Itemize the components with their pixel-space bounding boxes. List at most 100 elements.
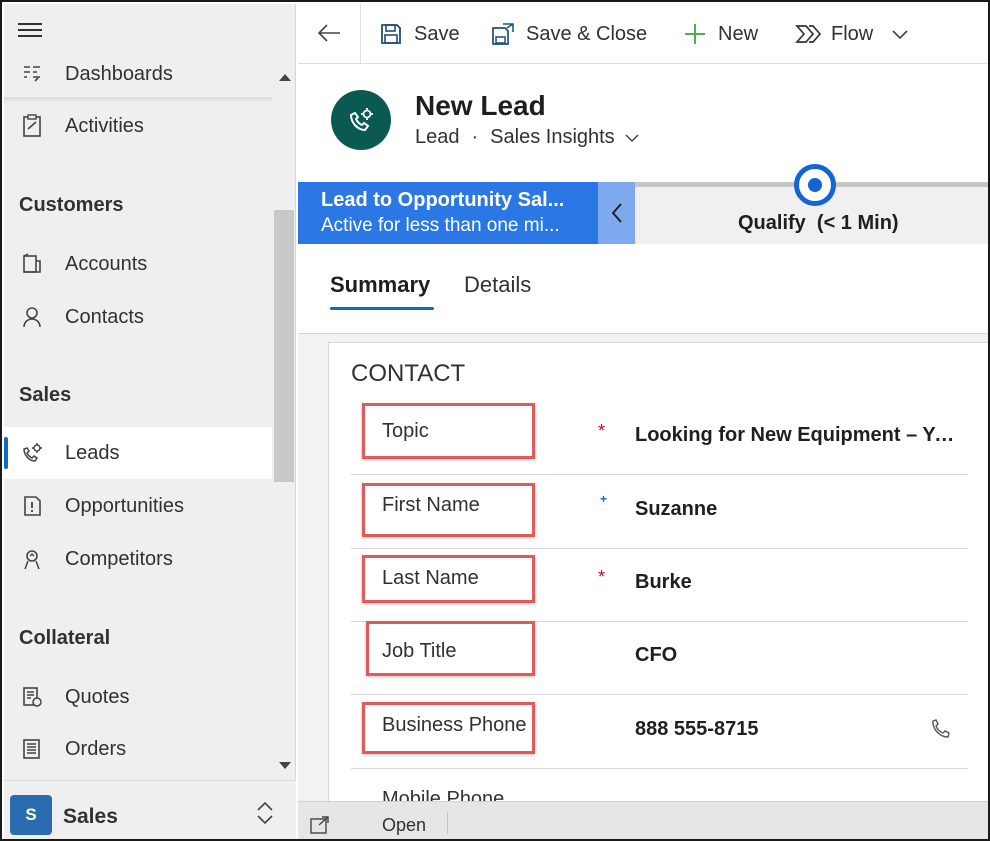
quote-icon bbox=[20, 685, 44, 709]
competitor-icon bbox=[20, 547, 44, 571]
status-footer: Open bbox=[298, 801, 988, 839]
new-label: New bbox=[718, 22, 759, 45]
sidebar-item-quotes[interactable]: Quotes bbox=[4, 671, 272, 723]
process-collapse-button[interactable] bbox=[598, 182, 635, 244]
sidebar-item-label: Activities bbox=[65, 114, 144, 137]
sidebar-scrollbar-thumb[interactable] bbox=[274, 210, 294, 482]
topic-field[interactable]: Looking for New Equipment – Yo... bbox=[635, 424, 961, 447]
field-row-topic: Topic * Looking for New Equipment – Yo..… bbox=[351, 402, 968, 475]
section-title: CONTACT bbox=[351, 360, 466, 387]
app-window: Dashboards Activities Customers Accounts bbox=[0, 0, 990, 841]
sidebar-nav: Dashboards Activities Customers Accounts bbox=[4, 54, 296, 780]
phone-icon[interactable] bbox=[929, 718, 951, 740]
pop-out-icon[interactable] bbox=[310, 816, 330, 834]
field-label-topic: Topic bbox=[382, 420, 429, 442]
form-selector[interactable]: Sales Insights bbox=[490, 126, 615, 149]
sidebar-item-contacts[interactable]: Contacts bbox=[4, 291, 272, 343]
process-flow-summary[interactable]: Lead to Opportunity Sal... Active for le… bbox=[298, 182, 598, 244]
save-icon bbox=[378, 21, 404, 47]
opportunity-icon bbox=[20, 494, 44, 518]
field-label-business-phone: Business Phone bbox=[382, 714, 527, 736]
sidebar-item-label: Quotes bbox=[65, 685, 130, 708]
tab-summary[interactable]: Summary bbox=[330, 272, 430, 298]
sidebar-item-label: Competitors bbox=[65, 547, 173, 570]
sidebar-item-activities[interactable]: Activities bbox=[4, 100, 272, 152]
scroll-up-arrow-icon[interactable] bbox=[279, 74, 291, 81]
active-indicator bbox=[4, 437, 8, 469]
sidebar-item-accounts[interactable]: Accounts bbox=[4, 238, 272, 290]
clipboard-icon bbox=[20, 114, 44, 138]
hamburger-menu-icon[interactable] bbox=[18, 20, 44, 40]
building-icon bbox=[20, 252, 44, 276]
order-icon bbox=[20, 737, 44, 761]
separator: · bbox=[471, 126, 479, 148]
divider bbox=[447, 812, 448, 834]
entity-name: Lead bbox=[415, 126, 460, 148]
divider bbox=[351, 474, 968, 475]
section-header-customers: Customers bbox=[19, 194, 124, 216]
chevron-left-icon bbox=[611, 203, 622, 223]
page-title: New Lead bbox=[415, 90, 546, 121]
sidebar-item-label: Dashboards bbox=[65, 62, 173, 85]
field-label-job-title: Job Title bbox=[382, 640, 457, 662]
field-row-business-phone: Business Phone 888 555-8715 bbox=[351, 696, 968, 769]
lead-phone-gear-icon bbox=[349, 108, 373, 132]
sidebar-item-dashboards[interactable]: Dashboards bbox=[4, 54, 272, 100]
process-status: Active for less than one mi... bbox=[321, 215, 560, 236]
flow-icon bbox=[795, 21, 821, 47]
field-label-first-name: First Name bbox=[382, 494, 480, 516]
command-bar: Save Save & Close New Flow bbox=[298, 4, 988, 64]
required-asterisk: * bbox=[598, 567, 606, 587]
entity-avatar bbox=[331, 90, 391, 150]
sidebar-item-opportunities[interactable]: Opportunities bbox=[4, 480, 272, 532]
process-name: Lead to Opportunity Sal... bbox=[321, 189, 565, 211]
sidebar-item-orders[interactable]: Orders bbox=[4, 723, 272, 775]
job-title-field[interactable]: CFO bbox=[635, 644, 677, 667]
save-and-close-label: Save & Close bbox=[526, 22, 648, 45]
plus-icon bbox=[682, 21, 708, 47]
sidebar-item-label: Contacts bbox=[65, 305, 144, 328]
sidebar-item-label: Orders bbox=[65, 737, 127, 760]
chevron-down-icon[interactable] bbox=[625, 131, 639, 145]
record-subtitle: Lead · Sales Insights bbox=[415, 126, 639, 149]
dashboard-icon bbox=[20, 62, 44, 86]
scroll-down-arrow-icon[interactable] bbox=[279, 762, 291, 769]
field-row-first-name: First Name + Suzanne bbox=[351, 476, 968, 549]
first-name-field[interactable]: Suzanne bbox=[635, 498, 717, 521]
divider bbox=[351, 768, 968, 769]
lead-phone-gear-icon bbox=[20, 441, 44, 465]
save-and-close-button[interactable]: Save & Close bbox=[490, 4, 647, 64]
sidebar-item-competitors[interactable]: Competitors bbox=[4, 533, 272, 585]
area-badge: S bbox=[10, 795, 52, 835]
recommended-plus: + bbox=[600, 492, 608, 506]
sidebar-item-label: Leads bbox=[65, 441, 120, 464]
field-row-last-name: Last Name * Burke bbox=[351, 549, 968, 622]
chevron-down-icon[interactable] bbox=[891, 25, 909, 43]
new-button[interactable]: New bbox=[682, 4, 758, 64]
area-label: Sales bbox=[63, 805, 118, 828]
sidebar-item-label: Opportunities bbox=[65, 494, 184, 517]
tab-details[interactable]: Details bbox=[464, 272, 531, 298]
save-label: Save bbox=[414, 22, 460, 45]
active-stage-marker[interactable] bbox=[794, 164, 836, 206]
back-arrow-icon[interactable] bbox=[316, 20, 342, 46]
business-phone-field[interactable]: 888 555-8715 bbox=[635, 718, 758, 741]
person-icon bbox=[20, 305, 44, 329]
stage-label[interactable]: Qualify (< 1 Min) bbox=[738, 212, 899, 235]
save-close-icon bbox=[490, 21, 516, 47]
section-header-sales: Sales bbox=[19, 384, 72, 406]
section-header-collateral: Collateral bbox=[19, 627, 111, 649]
active-tab-indicator bbox=[330, 307, 434, 310]
flow-label: Flow bbox=[831, 22, 874, 45]
sidebar-item-leads[interactable]: Leads bbox=[4, 427, 272, 479]
required-asterisk: * bbox=[598, 421, 606, 441]
site-map-sidebar: Dashboards Activities Customers Accounts bbox=[4, 4, 296, 839]
area-switcher[interactable]: S Sales bbox=[4, 780, 296, 839]
save-button[interactable]: Save bbox=[378, 4, 460, 64]
divider bbox=[360, 4, 361, 64]
flow-button[interactable]: Flow bbox=[795, 4, 909, 64]
divider bbox=[351, 694, 968, 695]
last-name-field[interactable]: Burke bbox=[635, 571, 692, 594]
field-label-last-name: Last Name bbox=[382, 567, 479, 589]
field-row-job-title: Job Title CFO bbox=[351, 621, 968, 695]
